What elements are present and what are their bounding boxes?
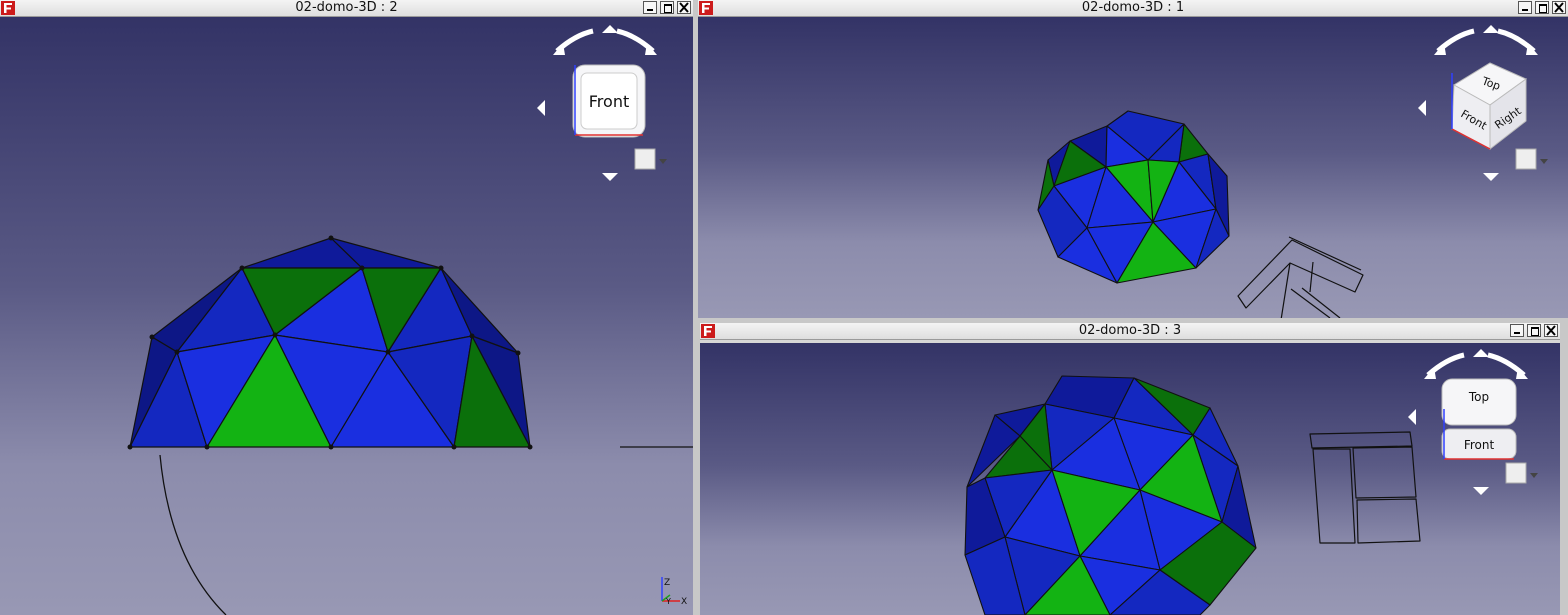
3d-viewport[interactable]: Z Y X Front: [0, 17, 693, 615]
3d-viewport[interactable]: Top Front: [700, 343, 1560, 615]
close-icon[interactable]: [1544, 324, 1558, 337]
arrow-left-icon: [1418, 100, 1426, 116]
arrow-down-icon: [1473, 487, 1489, 495]
minimize-icon[interactable]: [1518, 1, 1532, 14]
view-menu-cube-icon: [1515, 148, 1537, 170]
arrow-down-icon: [602, 173, 618, 181]
navigation-cube[interactable]: Front: [535, 23, 675, 183]
navigation-cube[interactable]: Top Front: [1406, 347, 1546, 507]
window-title: 02-domo-3D : 2: [295, 0, 398, 15]
window-title: 02-domo-3D : 1: [1081, 0, 1185, 15]
maximize-icon[interactable]: [1535, 1, 1549, 14]
minimize-icon[interactable]: [643, 1, 657, 14]
axis-label-y: Y: [665, 597, 671, 606]
arrow-down-icon: [1483, 173, 1499, 181]
mdi-window-view2[interactable]: 02-domo-3D : 2 Z Y X Front: [0, 0, 693, 615]
mdi-window-view3[interactable]: 02-domo-3D : 3 Top Front: [700, 323, 1560, 615]
axis-cross: Z Y X: [661, 577, 687, 607]
arrow-up-icon: [602, 25, 618, 33]
maximize-icon[interactable]: [1527, 324, 1541, 337]
arrow-up-icon: [1483, 25, 1499, 33]
axis-label-z: Z: [664, 578, 670, 588]
close-icon[interactable]: [1552, 1, 1566, 14]
arrow-up-icon: [1473, 349, 1489, 357]
arrow-left-icon: [537, 100, 545, 116]
view-menu-cube-icon: [634, 148, 656, 170]
window-titlebar[interactable]: 02-domo-3D : 1: [698, 0, 1568, 17]
view-menu-cube-icon: [1505, 462, 1527, 484]
cube-face-top-label: Top: [1468, 390, 1489, 404]
window-title: 02-domo-3D : 3: [1078, 323, 1182, 338]
cube-face-front-label: Front: [1464, 438, 1495, 452]
window-titlebar[interactable]: 02-domo-3D : 3: [700, 323, 1560, 340]
axis-label-x: X: [681, 597, 687, 607]
arrow-left-icon: [1408, 409, 1416, 425]
navigation-cube[interactable]: Top Front Right: [1416, 23, 1556, 183]
cube-face-label: Front: [589, 92, 629, 111]
3d-viewport[interactable]: Top Front Right: [698, 17, 1568, 318]
close-icon[interactable]: [677, 1, 691, 14]
mdi-window-view1[interactable]: 02-domo-3D : 1 Top Front Right: [698, 0, 1568, 318]
minimize-icon[interactable]: [1510, 324, 1524, 337]
maximize-icon[interactable]: [660, 1, 674, 14]
window-titlebar[interactable]: 02-domo-3D : 2: [0, 0, 693, 17]
